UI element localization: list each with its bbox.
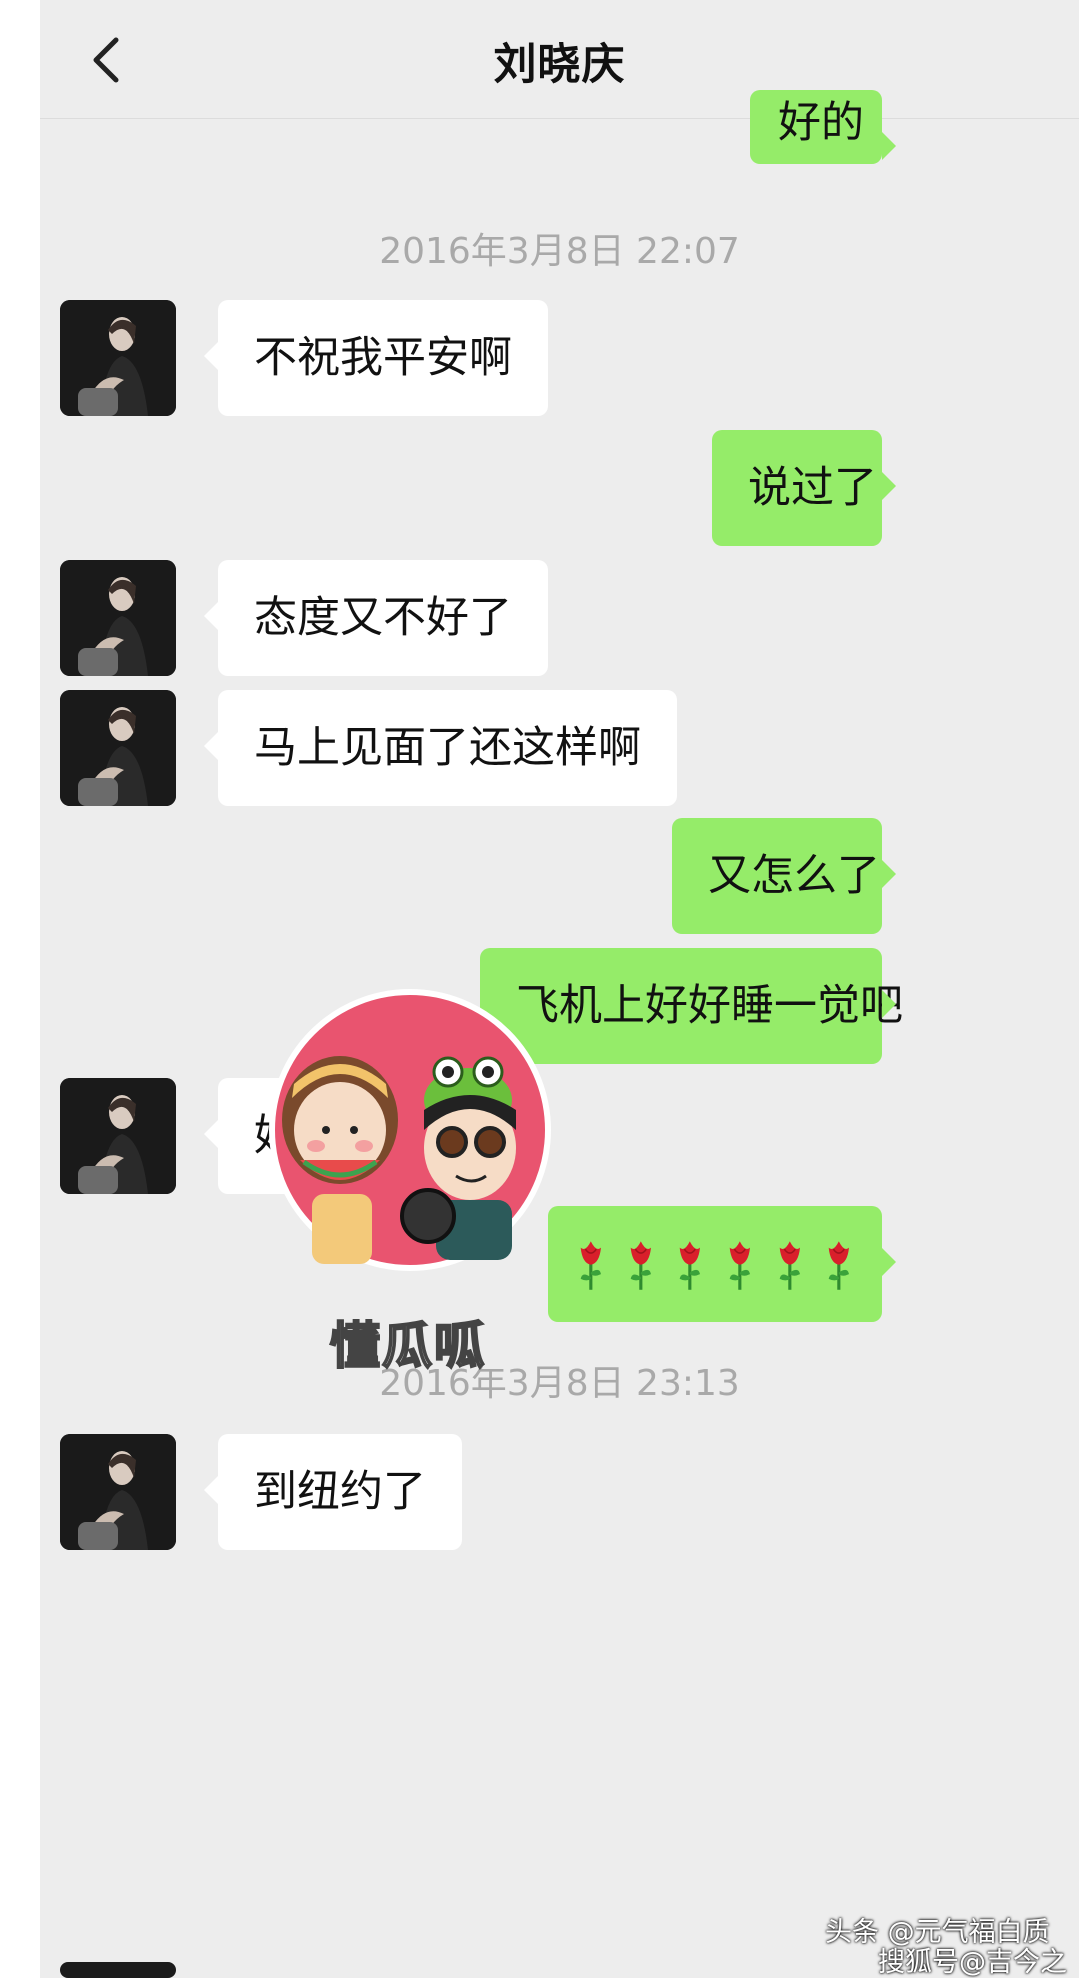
rose-icon: [829, 1241, 850, 1290]
rose-icon: [680, 1241, 701, 1290]
message-bubble-incoming[interactable]: 不祝我平安啊: [204, 300, 548, 416]
message-bubble-outgoing[interactable]: 又怎么了: [672, 818, 896, 934]
chat-title: 刘晓庆: [493, 40, 626, 90]
timestamp: 2016年3月8日 22:07: [379, 231, 740, 272]
avatar-photo: [60, 560, 176, 676]
message-text: 不祝我平安啊: [254, 333, 512, 383]
avatar-photo: [60, 690, 176, 806]
message-bubble-incoming[interactable]: 马上见面了还这样啊: [204, 690, 677, 806]
contact-avatar[interactable]: [60, 690, 176, 806]
timestamp: 2016年3月8日 23:13: [379, 1363, 740, 1404]
message-bubble-incoming[interactable]: 到纽约了: [204, 1434, 462, 1550]
contact-avatar[interactable]: [60, 1962, 176, 1978]
chat-screen: 刘晓庆 好的 2016年3月8日 22:07 不祝我平安啊 说过了 态度又不好了…: [40, 0, 1079, 1978]
avatar-photo: [60, 1434, 176, 1550]
source-credit-sohu: 搜狐号@吉今之鉴: [878, 1947, 1067, 1978]
rose-icon: [630, 1241, 651, 1290]
message-text: 到纽约了: [254, 1467, 426, 1517]
chat-header: 刘晓庆: [40, 0, 1079, 119]
message-text: 说过了: [748, 463, 877, 513]
message-bubble-outgoing[interactable]: [548, 1206, 896, 1322]
contact-avatar[interactable]: [60, 1434, 176, 1550]
contact-avatar[interactable]: [60, 1078, 176, 1194]
watermark-logo: [240, 980, 580, 1300]
avatar-photo: [60, 1078, 176, 1194]
message-text: 好的: [778, 98, 864, 148]
message-bubble-outgoing[interactable]: 好的: [750, 90, 896, 164]
contact-avatar[interactable]: [60, 300, 176, 416]
message-text: 态度又不好了: [254, 593, 512, 643]
rose-icon: [779, 1241, 800, 1290]
rose-emoji-row: [576, 1206, 854, 1322]
watermark-text: 懂瓜呱: [329, 1316, 486, 1376]
rose-icon: [729, 1241, 751, 1290]
message-bubble-incoming[interactable]: 态度又不好了: [204, 560, 548, 676]
rose-icon: [580, 1241, 601, 1290]
message-text: 马上见面了还这样啊: [254, 723, 641, 773]
avatar-photo: [60, 300, 176, 416]
message-bubble-outgoing[interactable]: 说过了: [712, 430, 896, 546]
contact-avatar[interactable]: [60, 560, 176, 676]
message-text: 又怎么了: [708, 851, 880, 901]
